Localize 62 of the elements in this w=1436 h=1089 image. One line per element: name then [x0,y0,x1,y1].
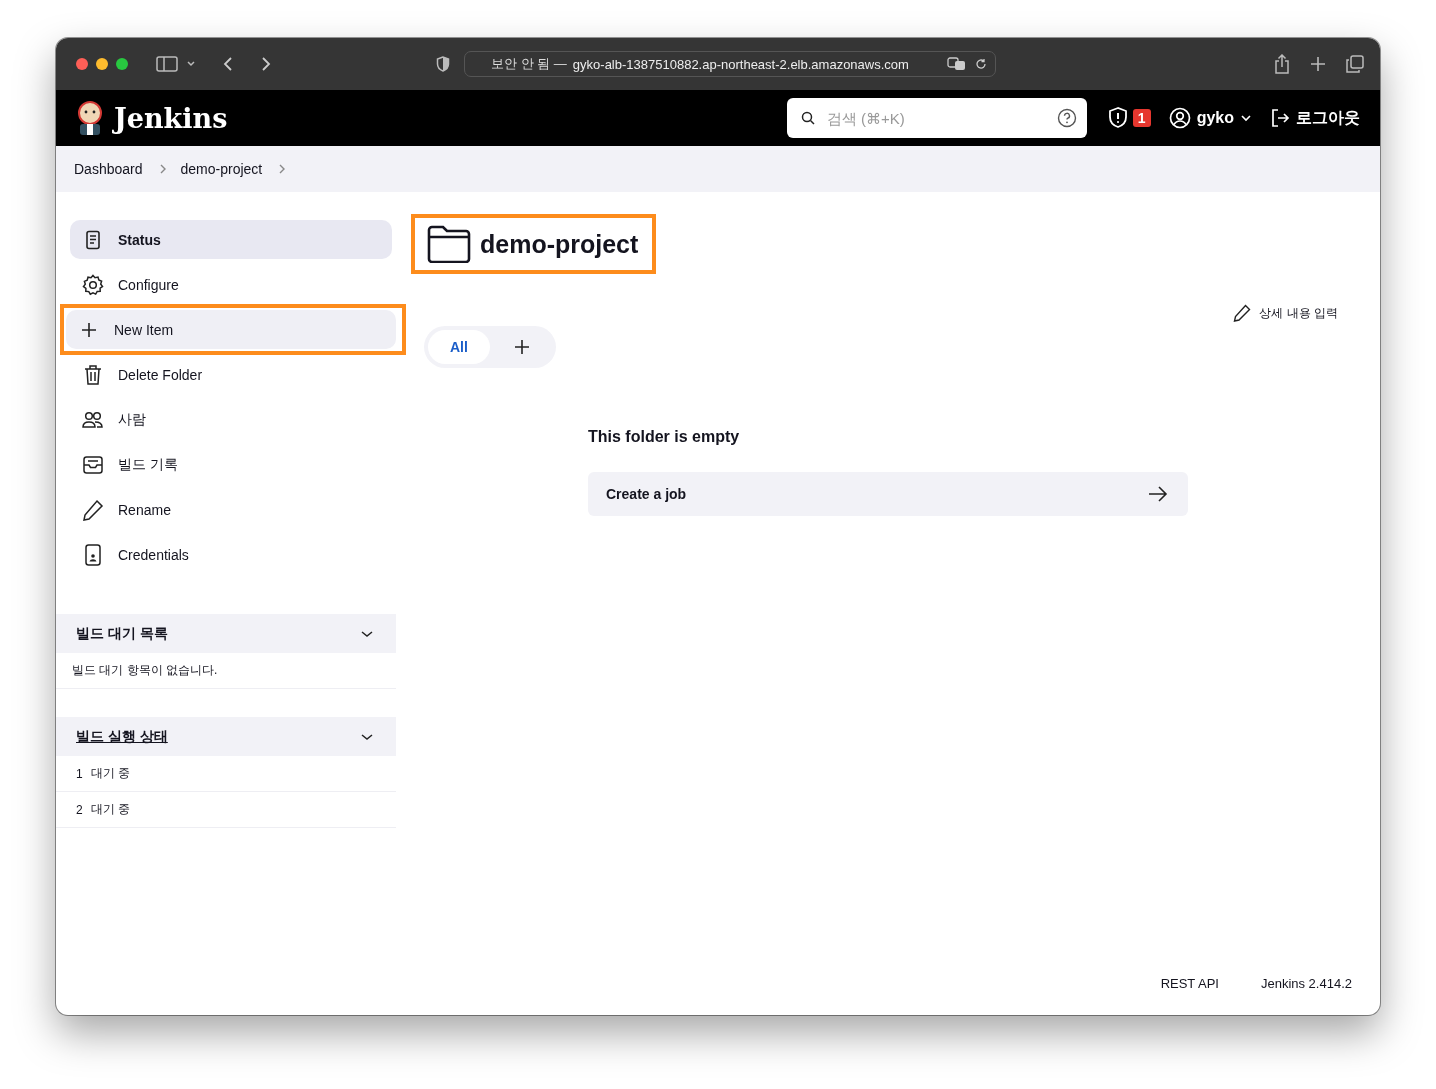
pencil-icon [1233,304,1252,322]
back-icon[interactable] [222,56,234,72]
pencil-icon [82,498,104,521]
panel-header[interactable]: 빌드 실행 상태 [56,717,396,756]
logout-icon [1270,108,1290,128]
settings-icon [82,273,104,296]
executor-number: 2 [76,802,83,817]
edit-description-link[interactable]: 상세 내용 입력 [1233,304,1338,322]
folder-icon [426,225,472,263]
sidebar-item[interactable]: Delete Folder [70,355,392,394]
jenkins-wordmark[interactable]: Jenkins [114,102,228,134]
sidebar-item[interactable]: 빌드 기록 [70,445,392,484]
translate-icon[interactable] [947,57,967,71]
forward-icon[interactable] [260,56,272,72]
trash-icon [82,363,104,386]
address-bar[interactable]: 보안 안 됨 — gyko-alb-1387510882.ap-northeast-2.elb.amazonaws.com [464,51,996,77]
sidebar-item[interactable]: Configure [70,265,392,304]
footer-link[interactable]: Jenkins 2.414.2 [1260,976,1352,991]
tabs-overview-icon[interactable] [1346,55,1364,73]
footer-link[interactable]: REST API [1160,976,1219,991]
user-menu[interactable]: gyko [1168,107,1252,129]
alert-count-badge[interactable]: 1 [1132,109,1151,127]
executor-status: 대기 중 [90,765,131,782]
chevron-down-icon[interactable] [360,628,374,639]
chevron-right-icon[interactable] [158,163,167,175]
new-tab-icon[interactable] [1310,56,1326,72]
reload-icon[interactable] [975,58,987,70]
breadcrumb-link[interactable]: Dashboard [74,161,143,177]
sidebar-item[interactable]: 사람 [70,400,392,439]
sidebar-item[interactable]: Status [70,220,392,259]
sidebar-icon[interactable] [156,56,178,72]
people-icon [82,410,104,429]
view-tab[interactable]: All [428,330,490,364]
create-job-button[interactable]: Create a job [588,472,1188,516]
executor-number: 1 [76,766,83,781]
sidebar-item[interactable]: New Item [66,310,396,349]
chevron-down-icon [1240,114,1252,122]
minimize-button[interactable] [96,58,108,70]
search-field[interactable]: 검색 (⌘+K) [786,98,1087,138]
add-view-icon[interactable] [513,339,530,355]
share-icon[interactable] [1274,54,1290,74]
chevron-right-icon[interactable] [278,163,287,175]
close-button[interactable] [76,58,88,70]
executor-status: 대기 중 [90,801,131,818]
empty-queue-text: 빌드 대기 항목이 없습니다. [72,662,218,679]
sidebar-item[interactable]: Credentials [70,535,392,574]
sidebar-item[interactable]: Rename [70,490,392,529]
page-title: demo-project [480,229,639,259]
maximize-button[interactable] [116,58,128,70]
chevron-down-icon[interactable] [360,731,374,742]
shield-icon[interactable] [1106,106,1129,130]
chevron-down-icon[interactable] [186,60,196,68]
arrow-right-icon [1148,486,1168,502]
logout-link[interactable]: 로그아웃 [1270,107,1360,129]
breadcrumb-link[interactable]: demo-project [180,161,263,177]
phone-id-icon [82,543,104,566]
inbox-icon [82,454,104,475]
shield-icon [436,56,450,72]
panel-header[interactable]: 빌드 대기 목록 [56,614,396,653]
user-avatar-icon [1168,107,1191,129]
help-icon[interactable] [1056,108,1077,128]
empty-folder-heading: This folder is empty [588,428,741,446]
